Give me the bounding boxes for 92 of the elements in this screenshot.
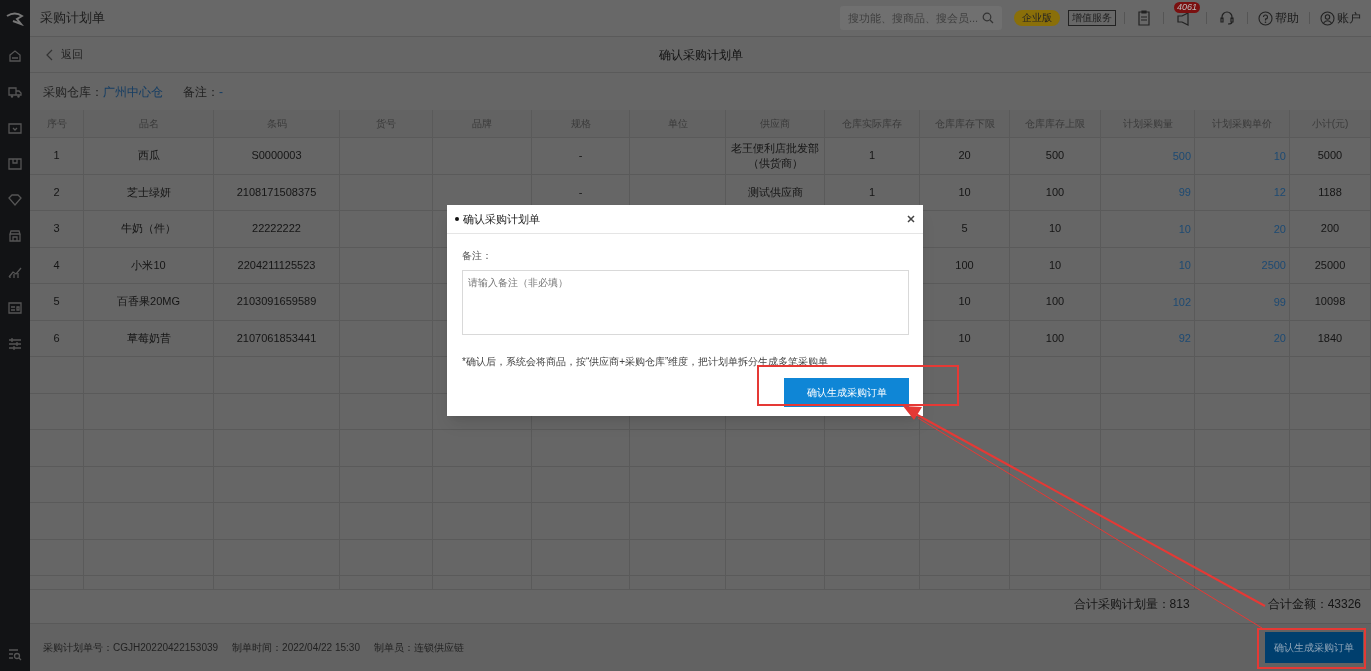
store-icon[interactable] <box>8 229 22 243</box>
table-cell: 25000 <box>1314 257 1346 273</box>
remark-input[interactable]: 请输入备注（非必填） <box>462 270 909 335</box>
table-cell: 100 <box>1045 330 1065 346</box>
table-cell: 3 <box>53 221 60 237</box>
table-cell: 5 <box>961 221 968 237</box>
table-cell-text: 102 <box>1172 294 1191 310</box>
table-cell: 500 <box>1045 148 1065 164</box>
table-cell: 10 <box>958 294 971 310</box>
page-heading: 确认采购计划单 <box>658 46 743 64</box>
remark-label: 备注： <box>462 249 493 263</box>
notification-badge: 4061 <box>1174 2 1201 13</box>
table-cell-text: 20 <box>1273 221 1286 237</box>
close-icon[interactable] <box>907 215 915 223</box>
logo-icon <box>6 11 24 26</box>
table-cell: 2103091659589 <box>236 294 317 310</box>
table-cell: 小米10 <box>131 257 166 273</box>
table-cell: 200 <box>1320 221 1340 237</box>
table-cell: 百香果20MG <box>117 294 180 310</box>
table-cell: 5000 <box>1317 148 1343 164</box>
user-icon <box>1320 10 1335 26</box>
chart-icon[interactable] <box>8 265 22 279</box>
home-icon[interactable] <box>8 49 22 63</box>
total-amount: 合计金额：43326 <box>1267 595 1361 613</box>
table-cell: 100 <box>1045 294 1065 310</box>
table-cell-text: 10 <box>1178 258 1191 273</box>
table-cell: 10 <box>1048 221 1062 237</box>
chevron-left-icon <box>46 48 53 61</box>
total-quantity: 合计采购计划量：813 <box>1073 595 1190 613</box>
table-cell-text: 500 <box>1172 148 1191 164</box>
table-cell: 2108171508375 <box>236 184 317 200</box>
table-cell-text: 99 <box>1273 294 1286 310</box>
table-cell: 西瓜 <box>137 148 160 164</box>
table-cell: 100 <box>1045 184 1065 200</box>
table-cell: 1 <box>53 148 60 164</box>
table-cell-text: 2500 <box>1261 258 1286 273</box>
table-cell: 2107061853441 <box>236 330 317 346</box>
table-cell-text: 20 <box>1273 331 1286 346</box>
truck-icon[interactable] <box>8 85 22 99</box>
help-button[interactable]: 帮助 <box>1258 9 1299 27</box>
table-cell: 1 <box>868 148 876 164</box>
table-cell-text: 99 <box>1178 185 1191 200</box>
remark-value: - <box>219 83 223 101</box>
headset-icon[interactable] <box>1219 10 1235 26</box>
table-cell: 10 <box>958 330 971 346</box>
table-cell-text: 10 <box>1273 148 1286 164</box>
confirm-order-button[interactable]: 确认生成采购订单 <box>784 378 909 407</box>
warehouse-label: 采购仓库： <box>43 83 103 101</box>
edition-badge: 企业版 <box>1014 10 1060 26</box>
dialog-title: 确认采购计划单 <box>463 211 540 227</box>
table-cell: 牛奶（件） <box>121 221 176 237</box>
table-cell-text: 10 <box>1178 221 1191 237</box>
table-cell: - <box>578 148 583 164</box>
table-cell: 1188 <box>1318 184 1342 200</box>
box-icon[interactable] <box>8 157 22 171</box>
remark-label: 备注： <box>183 83 219 101</box>
table-cell-text: 12 <box>1273 185 1286 200</box>
table-cell: 草莓奶昔 <box>126 330 171 346</box>
search-list-icon[interactable] <box>8 647 22 661</box>
table-cell: 1 <box>868 184 876 200</box>
confirm-order-button[interactable]: 确认生成采购订单 <box>1265 632 1363 663</box>
megaphone-icon[interactable] <box>1176 12 1192 26</box>
table-cell: - <box>578 184 583 200</box>
page-title: 采购计划单 <box>40 9 105 28</box>
help-icon <box>1258 10 1273 26</box>
table-cell: 22222222 <box>252 221 301 237</box>
table-cell-text: 92 <box>1178 331 1191 346</box>
sliders-icon[interactable] <box>8 337 22 351</box>
table-cell: 10 <box>958 184 971 200</box>
table-cell: 100 <box>955 257 974 273</box>
table-cell: 5 <box>53 294 60 310</box>
table-cell: 20 <box>958 148 971 164</box>
search-icon[interactable] <box>982 12 994 24</box>
back-button[interactable]: 返回 <box>46 46 83 63</box>
table-cell: 2204211125523 <box>237 257 316 273</box>
clipboard-icon[interactable] <box>1137 10 1151 26</box>
value-added-button[interactable]: 增值服务 <box>1068 10 1116 26</box>
table-cell: 芝士绿妍 <box>126 184 171 200</box>
id-card-icon[interactable] <box>8 301 22 315</box>
table-cell: 测试供应商 <box>747 184 803 200</box>
table-cell: S0000003 <box>251 148 302 164</box>
bullet-icon <box>455 217 459 221</box>
table-cell-text: 老王便利店批发部（供货商） <box>730 140 820 171</box>
account-button[interactable]: 账户 <box>1320 9 1361 27</box>
table-cell: 1840 <box>1317 330 1343 346</box>
table-cell: 2 <box>53 184 60 200</box>
table-cell: 4 <box>53 257 60 273</box>
table-cell: 10098 <box>1314 294 1346 310</box>
warehouse-link[interactable]: 广州中心仓 <box>103 82 163 101</box>
table-cell: 6 <box>53 330 60 346</box>
diamond-icon[interactable] <box>8 193 22 207</box>
table-cell: 10 <box>1048 257 1062 273</box>
